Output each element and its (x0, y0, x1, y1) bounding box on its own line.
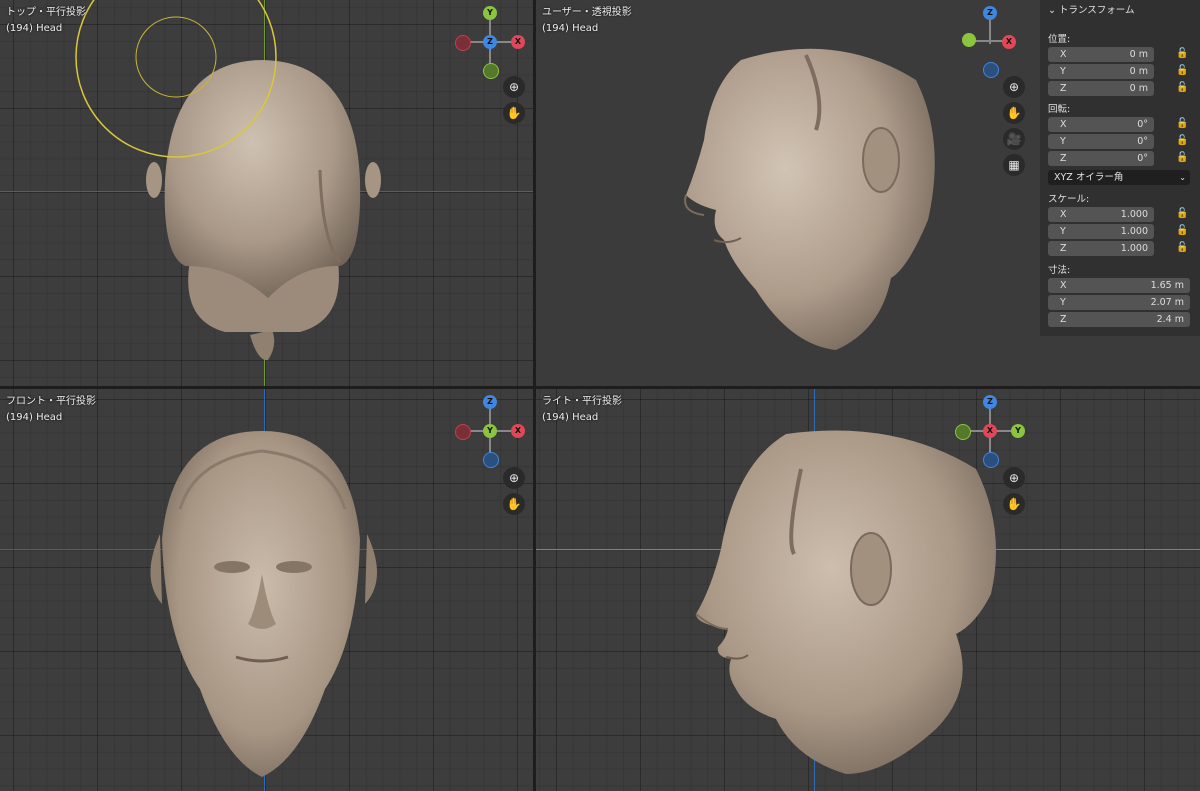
camera-icon[interactable]: 🎥 (1003, 128, 1025, 150)
location-z-field[interactable]: Z0 m (1048, 81, 1154, 96)
gizmo-x-positive[interactable]: X (511, 35, 525, 49)
lock-icon[interactable]: 🔓 (1176, 152, 1188, 164)
hand-pan-icon[interactable]: ✋ (503, 102, 525, 124)
location-z-row: Z0 m 🔓 (1048, 81, 1192, 96)
scale-z-row: Z 1.000 🔓 (1048, 241, 1192, 256)
viewport-top[interactable]: トップ・平行投影 (194) Head Y Z X ⊕ ✋ (0, 0, 533, 386)
rotation-z-row: Z 0° 🔓 (1048, 151, 1192, 166)
rotation-y-row: Y 0° 🔓 (1048, 134, 1192, 149)
viewport-object: (194) Head (542, 412, 599, 423)
navigation-gizmo[interactable]: Z X (950, 2, 1030, 82)
dimensions-label: 寸法: (1048, 265, 1071, 276)
panel-header[interactable]: ⌄ トランスフォーム (1048, 4, 1135, 18)
gizmo-y-positive[interactable] (962, 33, 976, 47)
location-x-field[interactable]: X0 m (1048, 47, 1154, 62)
viewport-object: (194) Head (542, 23, 599, 34)
gizmo-z-positive[interactable]: Z (983, 6, 997, 20)
navigation-gizmo[interactable]: Z Y X (450, 391, 530, 471)
dimensions-x-field[interactable]: X 1.65 m (1048, 278, 1190, 293)
zoom-icon[interactable]: ⊕ (1003, 467, 1025, 489)
viewport-title: トップ・平行投影 (6, 7, 86, 18)
dimensions-z-row: Z 2.4 m (1048, 312, 1192, 327)
lock-icon[interactable]: 🔓 (1176, 135, 1188, 147)
chevron-down-icon: ⌄ (1179, 173, 1186, 182)
zoom-icon[interactable]: ⊕ (503, 76, 525, 98)
viewport-header: ユーザー・透視投影 (194) Head (542, 5, 632, 37)
viewport-front[interactable]: フロント・平行投影 (194) Head Z Y X ⊕ ✋ (0, 389, 533, 791)
viewport-title: ユーザー・透視投影 (542, 7, 632, 18)
viewport-title: フロント・平行投影 (6, 396, 96, 407)
scale-label: スケール: (1048, 194, 1090, 205)
gizmo-x-negative[interactable] (455, 424, 471, 440)
gizmo-x-positive[interactable]: X (983, 424, 997, 438)
dimensions-x-row: X 1.65 m (1048, 278, 1192, 293)
dimensions-y-row: Y 2.07 m (1048, 295, 1192, 310)
scale-y-row: Y 1.000 🔓 (1048, 224, 1192, 239)
rotation-z-field[interactable]: Z 0° (1048, 151, 1154, 166)
hand-pan-icon[interactable]: ✋ (503, 493, 525, 515)
scale-x-row: X 1.000 🔓 (1048, 207, 1192, 222)
viewport-object: (194) Head (6, 412, 63, 423)
rotation-x-field[interactable]: X 0° (1048, 117, 1154, 132)
gizmo-x-positive[interactable]: X (511, 424, 525, 438)
lock-icon[interactable]: 🔓 (1176, 242, 1188, 254)
gizmo-z-positive[interactable]: Z (483, 395, 497, 409)
panel-title: トランスフォーム (1059, 5, 1135, 16)
scale-y-field[interactable]: Y 1.000 (1048, 224, 1154, 239)
scale-z-field[interactable]: Z 1.000 (1048, 241, 1154, 256)
navigation-gizmo[interactable]: Z X Y (950, 391, 1030, 471)
lock-icon[interactable]: 🔓 (1176, 65, 1188, 77)
rotation-y-field[interactable]: Y 0° (1048, 134, 1154, 149)
viewport-right[interactable]: ライト・平行投影 (194) Head Z X Y ⊕ ✋ (536, 389, 1200, 791)
location-y-field[interactable]: Y0 m (1048, 64, 1154, 79)
head-side-view (695, 430, 996, 774)
gizmo-x-positive[interactable]: X (1002, 35, 1016, 49)
lock-icon[interactable]: 🔓 (1176, 82, 1188, 94)
gizmo-x-negative[interactable] (455, 35, 471, 51)
chevron-down-icon[interactable]: ⌄ (1048, 5, 1056, 16)
lock-icon[interactable]: 🔓 (1176, 48, 1188, 60)
gizmo-z-negative[interactable] (983, 452, 999, 468)
location-x-row: X0 m 🔓 (1048, 47, 1192, 62)
viewport-title: ライト・平行投影 (542, 396, 622, 407)
viewport-header: ライト・平行投影 (194) Head (542, 394, 622, 426)
dimensions-z-field[interactable]: Z 2.4 m (1048, 312, 1190, 327)
gizmo-y-positive[interactable]: Y (1011, 424, 1025, 438)
gizmo-y-positive[interactable]: Y (483, 424, 497, 438)
transform-panel: ⌄ トランスフォーム 位置: X0 m 🔓 Y0 m 🔓 Z0 m 🔓 回転: … (1040, 0, 1200, 336)
gizmo-z-positive[interactable]: Z (983, 395, 997, 409)
grid-perspective-icon[interactable]: ▦ (1003, 154, 1025, 176)
zoom-icon[interactable]: ⊕ (503, 467, 525, 489)
lock-icon[interactable]: 🔓 (1176, 118, 1188, 130)
viewport-object: (194) Head (6, 23, 63, 34)
location-label: 位置: (1048, 34, 1071, 45)
scale-x-field[interactable]: X 1.000 (1048, 207, 1154, 222)
rotation-mode-select[interactable]: XYZ オイラー角 ⌄ (1048, 170, 1190, 185)
navigation-gizmo[interactable]: Y Z X (450, 2, 530, 82)
gizmo-z-negative[interactable] (983, 62, 999, 78)
rotation-label: 回転: (1048, 104, 1071, 115)
gizmo-z-positive[interactable]: Z (483, 35, 497, 49)
gizmo-z-negative[interactable] (483, 452, 499, 468)
dimensions-y-field[interactable]: Y 2.07 m (1048, 295, 1190, 310)
lock-icon[interactable]: 🔓 (1176, 225, 1188, 237)
viewport-header: トップ・平行投影 (194) Head (6, 5, 86, 37)
lock-icon[interactable]: 🔓 (1176, 208, 1188, 220)
viewport-header: フロント・平行投影 (194) Head (6, 394, 96, 426)
zoom-icon[interactable]: ⊕ (1003, 76, 1025, 98)
location-y-row: Y0 m 🔓 (1048, 64, 1192, 79)
gizmo-y-positive[interactable]: Y (483, 6, 497, 20)
hand-pan-icon[interactable]: ✋ (1003, 493, 1025, 515)
gizmo-y-negative[interactable] (483, 63, 499, 79)
hand-pan-icon[interactable]: ✋ (1003, 102, 1025, 124)
rotation-x-row: X 0° 🔓 (1048, 117, 1192, 132)
gizmo-y-negative[interactable] (955, 424, 971, 440)
